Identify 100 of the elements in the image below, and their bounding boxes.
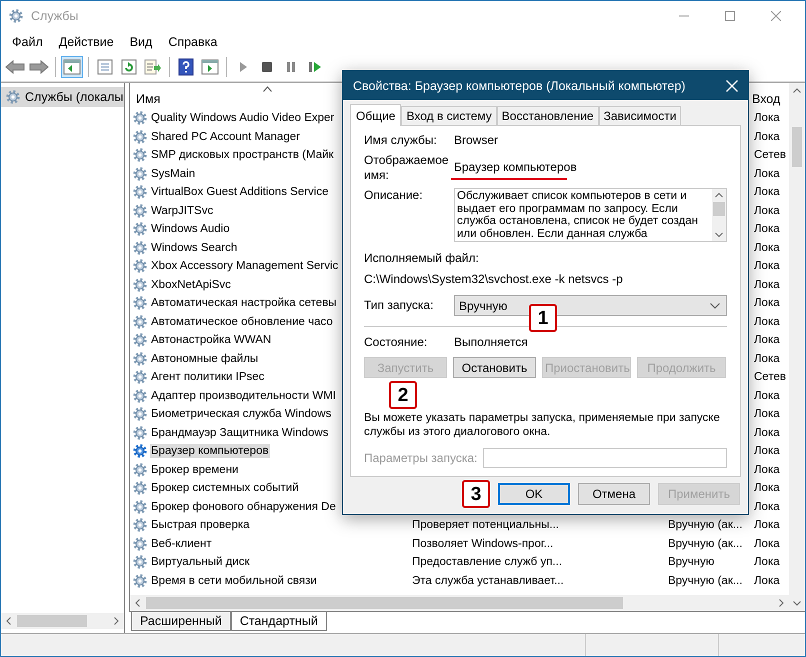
service-name[interactable]: Агент политики IPsec: [150, 370, 266, 384]
scroll-thumb[interactable]: [17, 615, 87, 627]
service-name[interactable]: Windows Audio: [150, 222, 231, 236]
vertical-scrollbar[interactable]: [789, 83, 805, 611]
service-name[interactable]: SMP дисковых пространств (Майк: [150, 148, 335, 162]
dialog-tab[interactable]: Общие: [350, 104, 402, 126]
tree-item[interactable]: Службы (локалы: [1, 87, 124, 107]
pane-icon: [63, 59, 81, 75]
hint-text: Вы можете указать параметры запуска, применяемые при запуске службы из этого диалогового окна.: [364, 411, 721, 439]
table-cell: Лока: [754, 538, 780, 550]
table-cell: Лока: [754, 204, 780, 217]
service-name[interactable]: Брокер системных событий: [150, 481, 300, 496]
table-cell: Лока: [754, 574, 780, 587]
gear-icon: [132, 147, 148, 164]
tree-toolbar-button[interactable]: [61, 56, 83, 78]
step-badge: 1: [529, 304, 557, 332]
menu-item[interactable]: Файл: [12, 35, 43, 49]
service-name[interactable]: SysMain: [150, 166, 196, 181]
service-name[interactable]: Брандмауэр Защитника Windows: [150, 426, 330, 440]
view-tab[interactable]: Стандартный: [230, 612, 327, 631]
gear-icon: [132, 295, 148, 312]
service-name[interactable]: Shared PC Account Manager: [150, 130, 301, 144]
menu-item[interactable]: Вид: [130, 35, 152, 49]
service-button[interactable]: Остановить: [453, 357, 536, 378]
gear-icon: [132, 388, 148, 404]
window-play-icon: [201, 59, 219, 75]
table-cell: Лока: [754, 223, 780, 236]
horizontal-scrollbar[interactable]: [1, 613, 124, 629]
gear-icon: [132, 276, 148, 293]
service-name[interactable]: WarpJITSvc: [150, 204, 214, 218]
gear-icon: [132, 332, 148, 348]
horizontal-scrollbar[interactable]: [130, 595, 789, 611]
gear-icon: [132, 350, 148, 367]
service-name[interactable]: Адаптер производительности WMI: [150, 388, 337, 403]
table-cell: Лока: [754, 316, 780, 328]
table-cell: Лока: [754, 334, 780, 346]
menu-item[interactable]: Справка: [168, 35, 218, 49]
table-cell: Сетев: [754, 149, 786, 162]
service-name[interactable]: Время в сети мобильной связи: [150, 574, 318, 588]
scroll-thumb[interactable]: [146, 597, 623, 609]
table-cell: Лока: [754, 426, 780, 439]
description-box: Обслуживает список компьютеров в сети и выдает его программам по запросу. Если служба остановлена, список не будет создан или обновлен. Если данная служба: [454, 188, 727, 242]
service-name[interactable]: Xbox Accessory Management Servic: [150, 259, 340, 274]
column-header[interactable]: Вход: [752, 92, 780, 106]
table-cell: Лока: [754, 168, 780, 180]
field-label: Состояние:: [364, 335, 428, 350]
scroll-thumb[interactable]: [713, 202, 725, 216]
table-cell: Вручную (ак...: [668, 538, 742, 550]
service-name[interactable]: Биометрическая служба Windows: [150, 407, 332, 422]
gear-icon: [132, 221, 148, 238]
table-cell: Проверяет потенциальны...: [412, 519, 559, 532]
table-cell: Лока: [754, 556, 780, 568]
table-cell: Лока: [754, 260, 780, 272]
table-cell: Лока: [754, 112, 780, 124]
view-tab[interactable]: Расширенный: [131, 612, 231, 631]
gear-icon: [132, 517, 148, 534]
service-name[interactable]: Автонастройка WWAN: [150, 333, 272, 348]
service-name[interactable]: VirtualBox Guest Additions Service: [150, 185, 330, 200]
service-name[interactable]: Виртуальный диск: [150, 555, 251, 570]
gear-icon: [132, 166, 148, 182]
table-cell: Лока: [754, 464, 780, 476]
right-arrow-icon: [29, 59, 49, 75]
table-cell: Лока: [754, 500, 780, 513]
service-name[interactable]: Веб-клиент: [150, 536, 213, 551]
service-name[interactable]: Автоматическая настройка сетевы: [150, 296, 338, 310]
document-icon: [96, 59, 114, 75]
maximize-icon[interactable]: [725, 11, 735, 21]
dialog-tab[interactable]: Зависимости: [598, 106, 682, 125]
table-cell: Вручную (ак...: [668, 574, 742, 587]
field-value: Выполняется: [454, 335, 529, 350]
service-name[interactable]: Браузер компьютеров: [150, 444, 270, 458]
table-cell: Позволяет Windows-прог...: [412, 538, 554, 550]
step-badge: 2: [389, 381, 417, 409]
dialog-tab[interactable]: Вход в систему: [401, 106, 497, 125]
gear-icon: [132, 554, 148, 570]
field-value: Browser: [454, 133, 500, 148]
export-list-icon: [144, 59, 162, 75]
chevron-down-icon: [710, 302, 720, 308]
dialog-button[interactable]: Отмена: [578, 483, 650, 505]
service-name[interactable]: Автоматическое обновление часо: [150, 314, 334, 329]
gear-icon: [132, 202, 148, 219]
menu-item[interactable]: Действие: [58, 35, 114, 49]
service-name[interactable]: Автономные файлы: [150, 352, 260, 366]
scroll-thumb[interactable]: [792, 127, 802, 167]
service-name[interactable]: XboxNetApiSvc: [150, 278, 232, 292]
service-name[interactable]: Брокер времени: [150, 462, 240, 477]
gear-icon: [132, 110, 148, 126]
table-cell: Лока: [754, 352, 780, 365]
service-name[interactable]: Брокер фонового обнаружения De: [150, 500, 337, 514]
service-name[interactable]: Быстрая проверка: [150, 518, 251, 532]
field-label: Имя службы:: [364, 133, 438, 148]
stop-icon: [261, 60, 273, 74]
table-cell: Сетев: [754, 371, 786, 384]
service-name[interactable]: Quality Windows Audio Video Exper: [150, 111, 336, 126]
dialog-tab[interactable]: Восстановление: [496, 106, 599, 125]
vertical-scrollbar[interactable]: [712, 189, 726, 241]
restart-icon: [308, 60, 322, 74]
field-value: Браузер компьютеров: [454, 160, 577, 175]
dialog-button[interactable]: OK: [498, 483, 570, 505]
service-name[interactable]: Windows Search: [150, 240, 238, 255]
